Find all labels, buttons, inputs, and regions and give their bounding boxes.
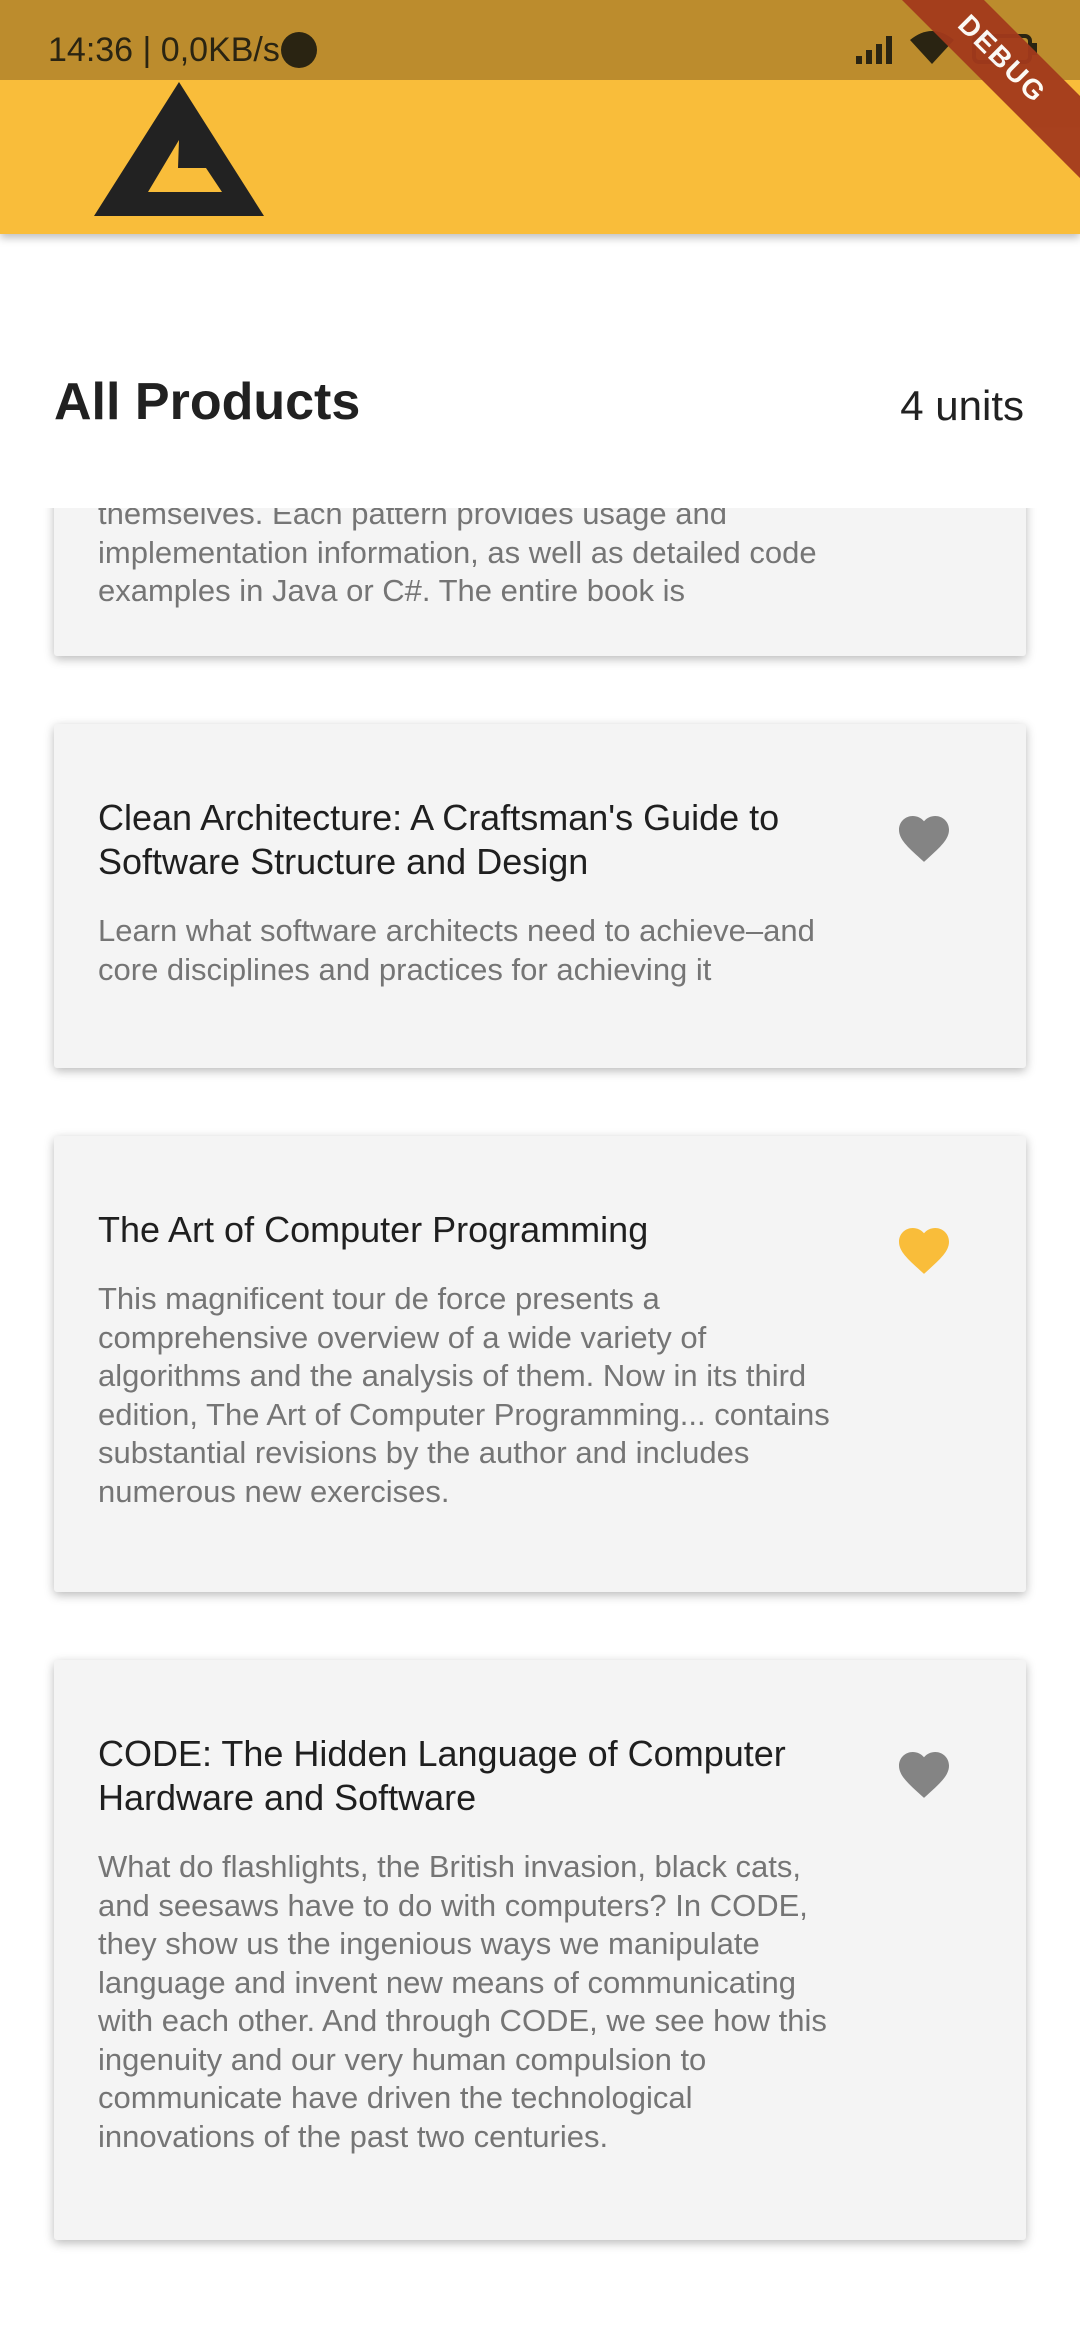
product-description: This magnificent tour de force presents … xyxy=(98,1281,830,1509)
product-card[interactable]: The Art of Computer Programming This mag… xyxy=(54,1136,1026,1592)
product-title: Clean Architecture: A Craftsman's Guide … xyxy=(98,797,780,882)
app-bar xyxy=(0,80,1080,234)
product-list[interactable]: themselves. Each pattern provides usage … xyxy=(0,508,1080,2340)
notification-dot-icon xyxy=(281,32,317,68)
app-logo xyxy=(94,82,264,216)
product-title: CODE: The Hidden Language of Computer Ha… xyxy=(98,1733,786,1818)
favorite-button[interactable] xyxy=(894,1220,954,1276)
products-header: All Products 4 units xyxy=(0,360,1080,450)
status-time: 14:36 | 0,0KB/s xyxy=(48,31,280,69)
heart-icon xyxy=(899,1752,949,1798)
signal-icon xyxy=(856,36,892,64)
product-description: What do flashlights, the British invasio… xyxy=(98,1849,827,2154)
favorite-button[interactable] xyxy=(894,808,954,864)
unit-count: 4 units xyxy=(900,382,1024,429)
product-description: themselves. Each pattern provides usage … xyxy=(98,508,817,608)
heart-icon xyxy=(899,816,949,862)
favorite-button[interactable] xyxy=(894,1744,954,1800)
product-description: Learn what software architects need to a… xyxy=(98,913,815,987)
product-card[interactable]: themselves. Each pattern provides usage … xyxy=(54,508,1026,656)
page-title: All Products xyxy=(54,373,361,431)
product-card[interactable]: Clean Architecture: A Craftsman's Guide … xyxy=(54,724,1026,1068)
product-card[interactable]: CODE: The Hidden Language of Computer Ha… xyxy=(54,1660,1026,2240)
heart-icon xyxy=(899,1228,949,1274)
product-title: The Art of Computer Programming xyxy=(98,1209,649,1250)
